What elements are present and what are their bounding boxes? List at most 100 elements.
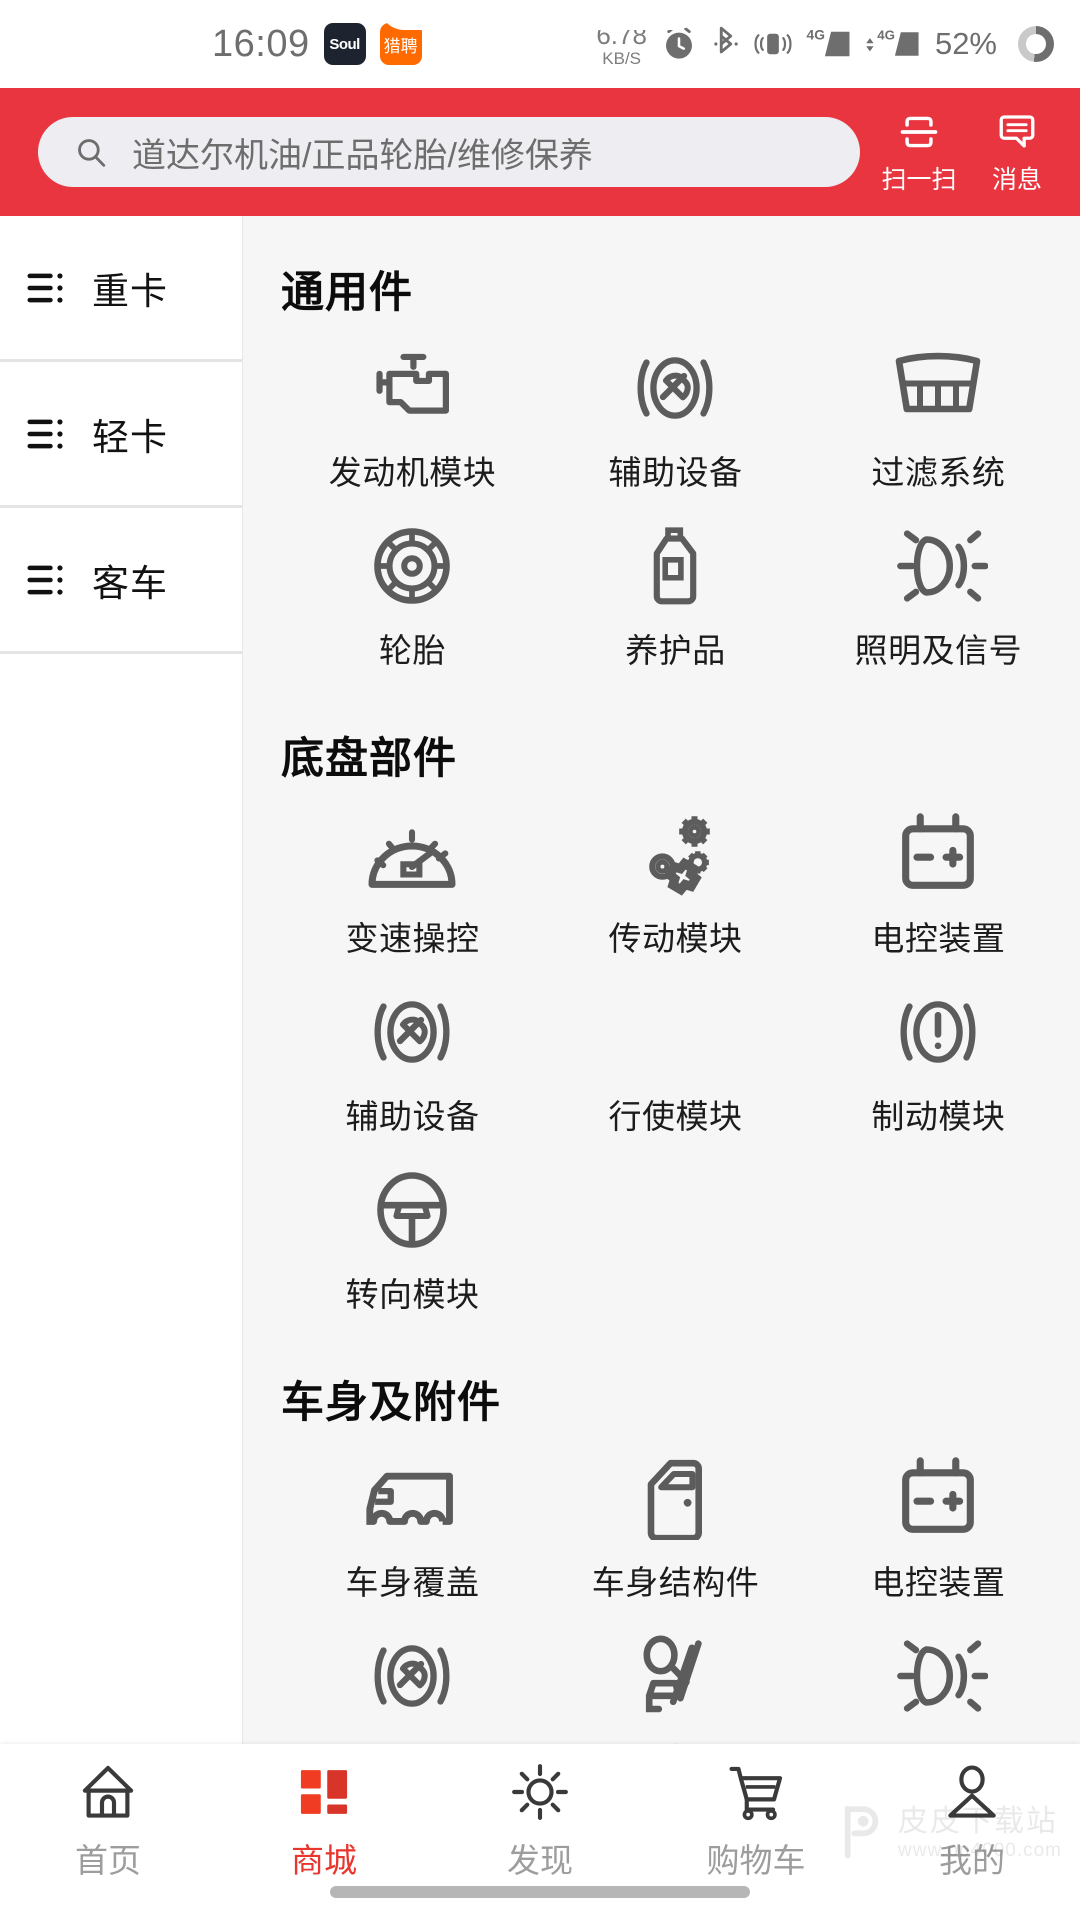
section-grid: 发动机模块 辅助设备 过滤系统 轮胎 养护品 照明及信号 [281,326,1070,682]
grid-item-label: 照明及信号 [854,632,1023,669]
grid-item-transmission[interactable]: 传动模块 [544,792,807,970]
home-indicator [330,1886,750,1898]
grid-item-tire[interactable]: 轮胎 [281,504,544,682]
grid-item-auxiliary[interactable]: 辅助设备 [281,1614,544,1744]
grid-item-label: 照明及信号 [855,1734,1023,1744]
grid-item-oil[interactable]: 养护品 [544,504,807,682]
header-actions: 扫一扫 消息 [876,108,1060,196]
grid-item-label: 车身覆盖 [345,1564,480,1601]
grid-item-body-structure[interactable]: 车身结构件 [544,1436,807,1614]
grid-item-label: 电控装置 [871,920,1006,957]
tab-label: 首页 [75,1842,141,1879]
sidebar-item-heavy-truck[interactable]: 重卡 [0,216,242,362]
tab-discover[interactable]: 发现 [432,1758,648,1882]
brake-warning-icon [890,984,986,1080]
oil-bottle-icon [627,518,723,614]
steering-wheel-icon [364,1162,460,1258]
tab-mall[interactable]: 商城 [216,1758,432,1882]
section-title: 底盘部件 [281,735,457,783]
search-placeholder: 道达尔机油/正品轮胎/维修保养 [132,136,593,175]
speedometer-icon [364,806,460,902]
page-body: 重卡 轻卡 客车 通用件 发动机模块 辅助设备 过滤系统 轮胎 养护品 照明及信… [0,216,1080,1744]
list-lines-icon [26,269,68,307]
svg-text:4G: 4G [806,27,824,42]
message-button[interactable]: 消息 [974,108,1060,196]
grid-item-auxiliary[interactable]: 辅助设备 [544,326,807,504]
tire-icon [364,518,460,614]
message-label: 消息 [991,166,1042,194]
tab-label: 购物车 [706,1842,806,1879]
tab-cart[interactable]: 购物车 [648,1758,864,1882]
grid-item-electronic-control[interactable]: 电控装置 [807,1436,1070,1614]
battery-terminal-icon [890,806,986,902]
sidebar-item-light-truck[interactable]: 轻卡 [0,362,242,508]
grid-item-brake[interactable]: 制动模块 [807,970,1070,1148]
headlight-icon [888,1628,989,1724]
auxiliary-equipment-icon [627,340,723,436]
grid-item-label: 辅助设备 [608,454,743,491]
grid-item-body-panel[interactable]: 车身覆盖 [281,1436,544,1614]
filter-icon [890,340,986,436]
list-lines-icon [26,561,68,599]
car-door-icon [627,1450,723,1546]
sidebar-item-bus[interactable]: 客车 [0,508,242,654]
grid-item-label: 过滤系统 [871,454,1006,491]
svg-text:4G: 4G [877,28,895,43]
section-grid: 变速操控 传动模块 电控装置 辅助设备 行使模块 制动模块 转向模块 [281,792,1070,1326]
category-sidebar[interactable]: 重卡 轻卡 客车 [0,216,243,1744]
grid-item-label: 传动模块 [608,920,743,957]
grid-item-label: 养护品 [625,632,726,669]
bluetooth-icon [711,25,741,63]
grid-item-label: 轮胎 [378,632,446,669]
discover-sun-icon [509,1758,571,1826]
grid-item-lighting[interactable]: 照明及信号 [807,1614,1070,1744]
section-title: 通用件 [281,269,413,317]
grid-item-auxiliary[interactable]: 辅助设备 [281,970,544,1148]
soul-app-icon: Soul [323,23,366,65]
scan-button[interactable]: 扫一扫 [876,108,962,196]
app-screen: 16:09 Soul 猎聘 6.78 KB/S 4G 4G 52% 道达尔机油/… [0,0,1080,1920]
grid-item-label: 辅助设备 [345,1098,480,1135]
status-time: 16:09 [212,22,310,65]
vibrate-icon [754,25,792,63]
app-header: 道达尔机油/正品轮胎/维修保养 扫一扫 消息 [0,88,1080,216]
sidebar-item-label: 重卡 [92,270,168,312]
tab-mine[interactable]: 我的 [864,1758,1080,1882]
grid-item-steering[interactable]: 转向模块 [281,1148,544,1326]
network-speed-unit: KB/S [602,48,642,68]
signal-4g-data-icon: 4G [864,25,920,63]
cart-icon [725,1758,787,1826]
battery-terminal-icon [890,1450,986,1546]
signal-4g-icon: 4G [805,25,851,63]
search-icon [74,135,108,169]
grid-item-electronic-control[interactable]: 电控装置 [807,792,1070,970]
message-icon [993,108,1041,154]
grid-item-cab-product[interactable]: 驾驶室产品 [544,1614,807,1744]
grid-item-speed-control[interactable]: 变速操控 [281,792,544,970]
section-grid: 车身覆盖 车身结构件 电控装置 [281,1436,1070,1744]
grid-item-driving-module[interactable]: 行使模块 [544,970,807,1148]
tab-label: 商城 [291,1842,357,1879]
category-content[interactable]: 通用件 发动机模块 辅助设备 过滤系统 轮胎 养护品 照明及信号 底盘部件 变速… [243,216,1080,1744]
grid-item-engine[interactable]: 发动机模块 [281,326,544,504]
engine-icon [364,340,460,436]
grid-item-label: 驾驶室产品 [592,1734,760,1744]
status-bar-left: 16:09 Soul 猎聘 [212,23,422,66]
grid-item-lighting[interactable]: 照明及信号 [807,504,1070,682]
seat-belt-icon [627,1628,723,1724]
user-icon [941,1758,1003,1826]
grid-item-filter[interactable]: 过滤系统 [807,326,1070,504]
gears-icon [627,806,723,902]
tab-home[interactable]: 首页 [0,1758,216,1882]
grid-item-label: 转向模块 [345,1276,480,1313]
truck-body-icon [362,1450,462,1546]
grid-mall-icon [293,1758,355,1826]
battery-ring-icon [1018,26,1054,62]
headlight-icon [888,518,989,614]
scan-label: 扫一扫 [881,166,957,194]
section-title: 车身及附件 [281,1379,501,1427]
grid-item-label: 发动机模块 [328,454,497,491]
status-bar: 16:09 Soul 猎聘 6.78 KB/S 4G 4G 52% [0,0,1080,88]
grid-item-label: 行使模块 [608,1098,743,1135]
search-input[interactable]: 道达尔机油/正品轮胎/维修保养 [38,117,860,187]
